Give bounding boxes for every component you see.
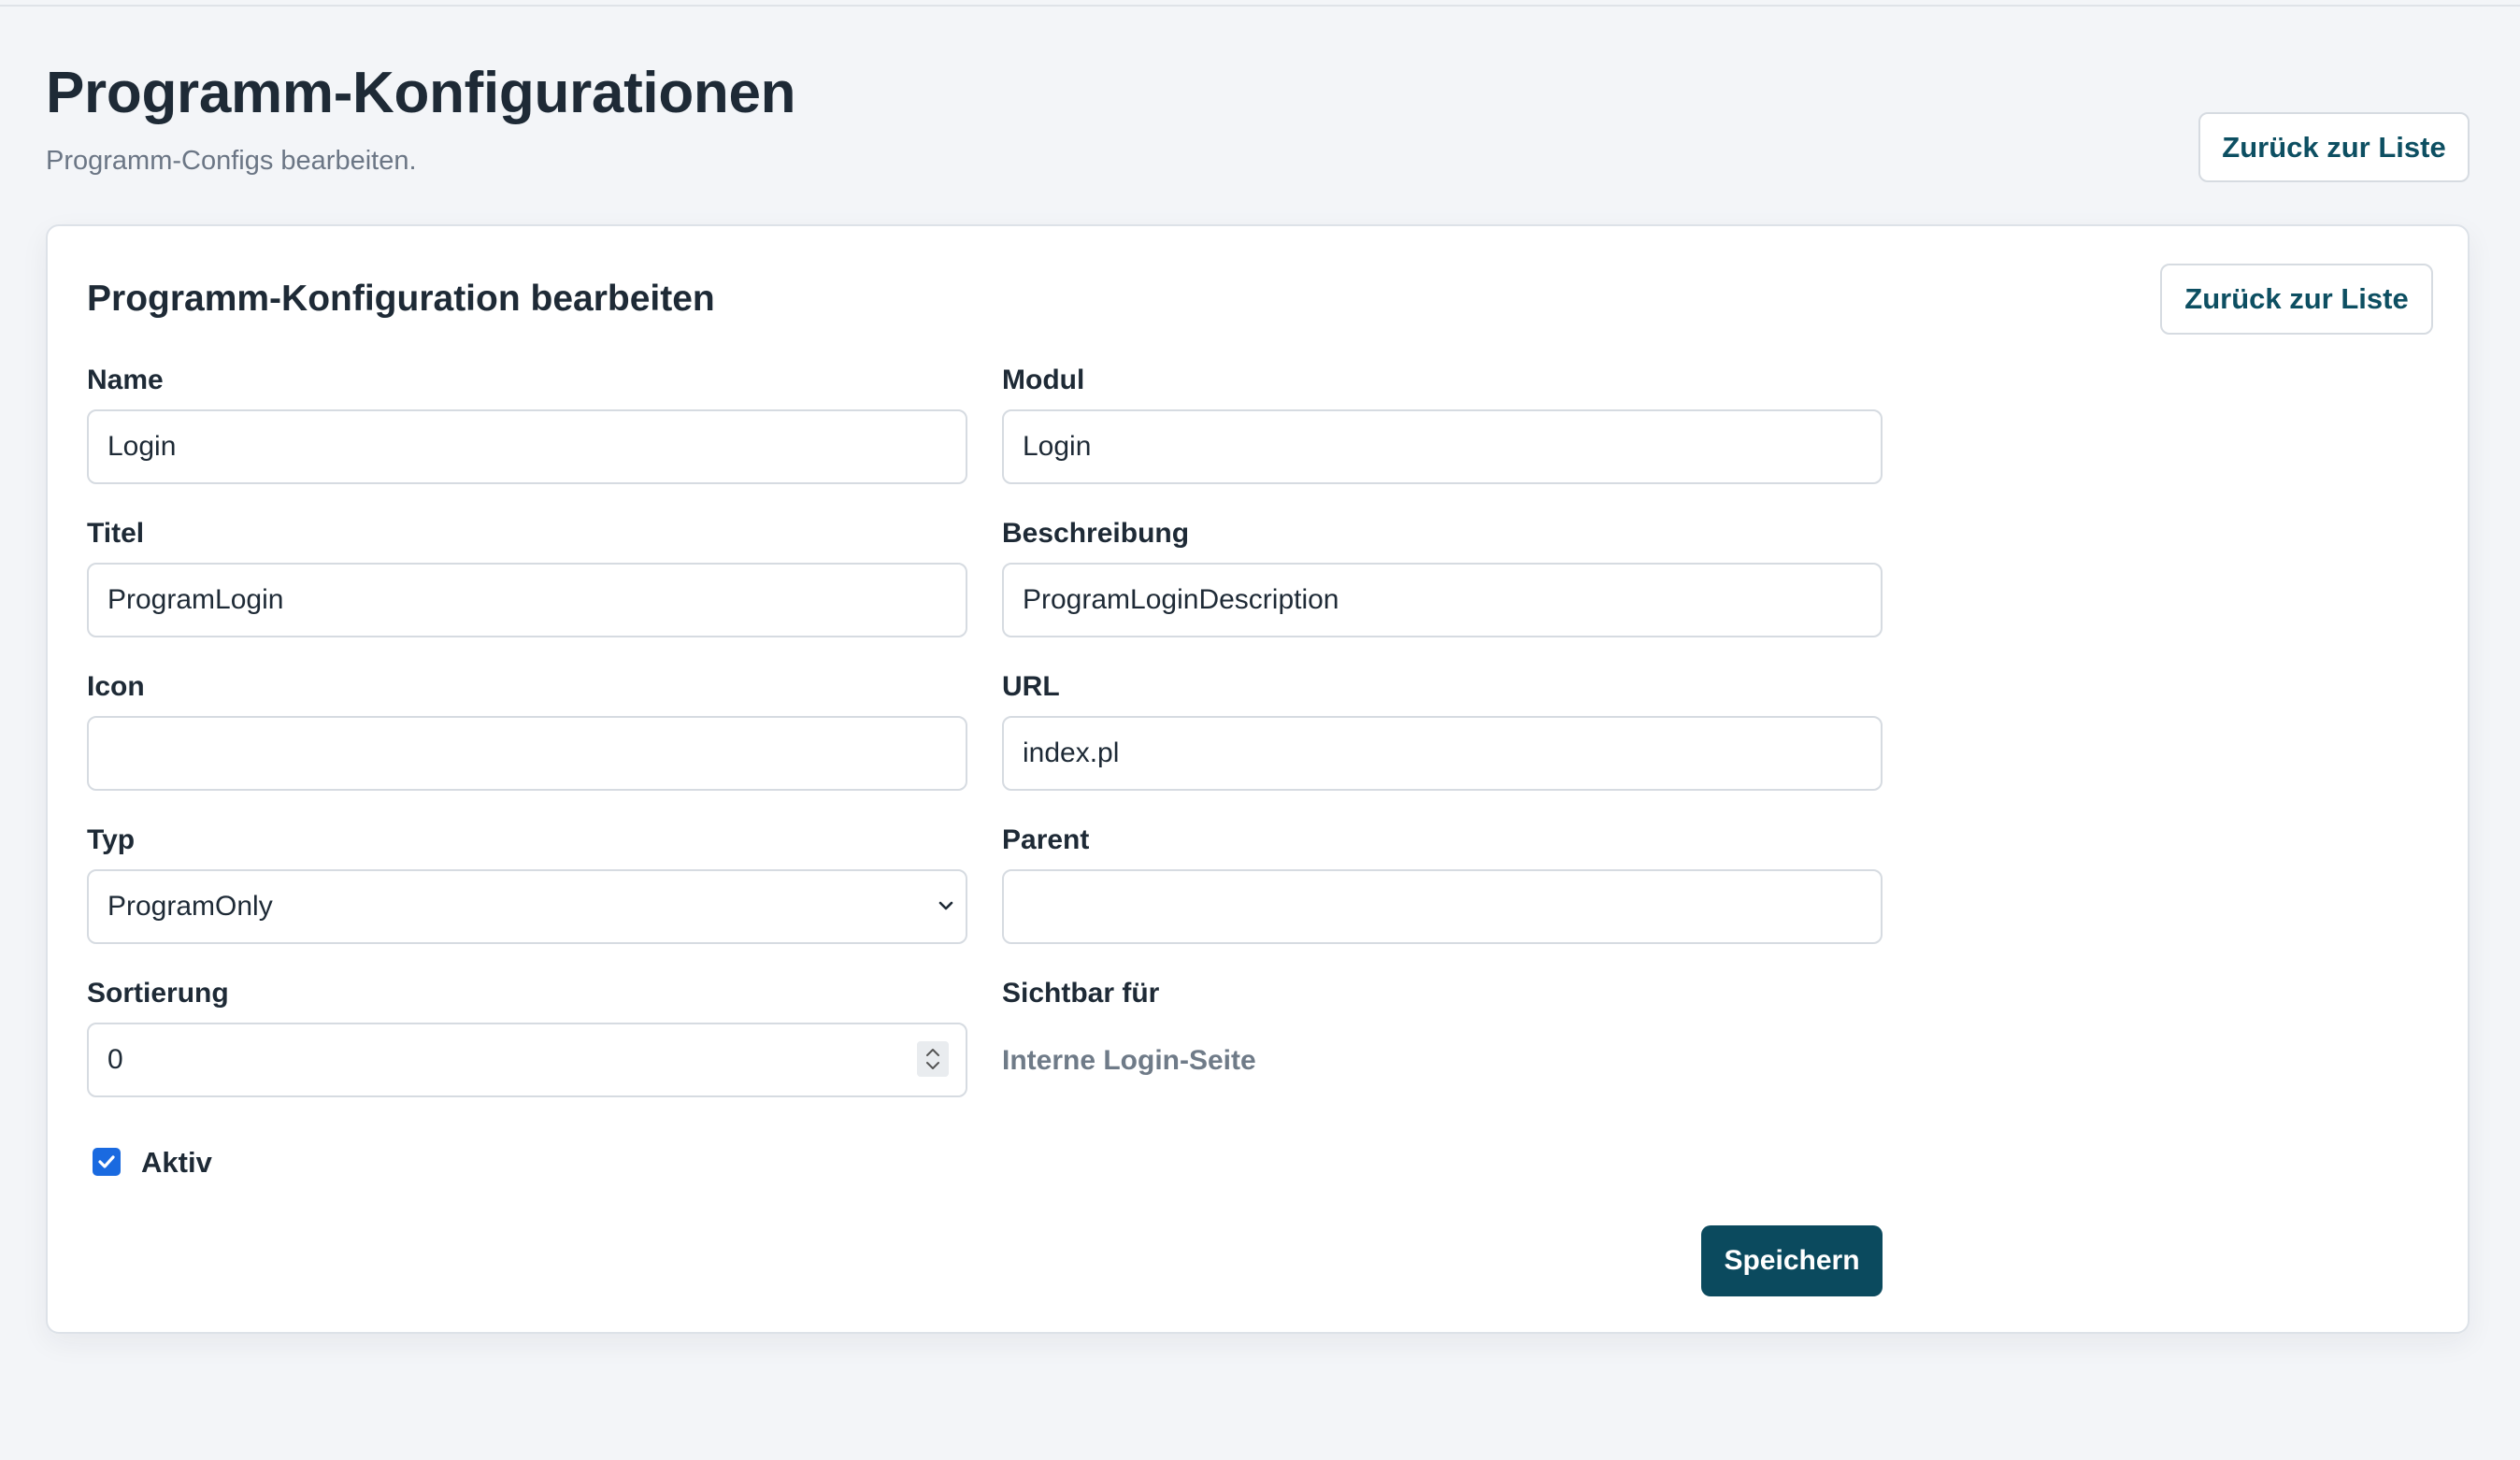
titel-input[interactable] [87, 563, 967, 637]
sortierung-label: Sortierung [87, 978, 229, 1009]
aktiv-label: Aktiv [141, 1146, 212, 1179]
typ-label: Typ [87, 824, 136, 855]
icon-label: Icon [87, 671, 145, 702]
sortierung-value: 0 [87, 1023, 967, 1097]
url-label: URL [1002, 671, 1060, 702]
typ-select-value: ProgramOnly [87, 869, 967, 944]
parent-input[interactable] [1002, 869, 1883, 944]
url-input[interactable] [1002, 716, 1883, 791]
name-input[interactable] [87, 409, 967, 484]
modul-input[interactable] [1002, 409, 1883, 484]
sichtbar-label: Sichtbar für [1002, 978, 1160, 1009]
page-title: Programm-Konfigurationen [46, 61, 796, 125]
beschreibung-label: Beschreibung [1002, 518, 1190, 549]
sortierung-input[interactable]: 0 [87, 1023, 967, 1097]
save-button[interactable]: Speichern [1701, 1225, 1883, 1296]
icon-input[interactable] [87, 716, 967, 791]
beschreibung-input[interactable] [1002, 563, 1883, 637]
spinner-icon[interactable] [917, 1041, 949, 1077]
checkmark-icon [98, 1155, 115, 1168]
page-subtitle: Programm-Configs bearbeiten. [46, 146, 417, 176]
card-title: Programm-Konfiguration bearbeiten [87, 279, 715, 319]
modul-label: Modul [1002, 365, 1085, 395]
edit-card: Programm-Konfiguration bearbeiten Zurück… [46, 224, 2470, 1334]
typ-select[interactable]: ProgramOnly [87, 869, 967, 944]
top-divider [0, 0, 2520, 7]
card-back-to-list-button[interactable]: Zurück zur Liste [2160, 264, 2433, 335]
chevron-down-icon [938, 901, 953, 910]
parent-label: Parent [1002, 824, 1090, 855]
sichtbar-value: Interne Login-Seite [1002, 1045, 1256, 1076]
back-to-list-button[interactable]: Zurück zur Liste [2198, 112, 2470, 182]
aktiv-checkbox[interactable] [93, 1148, 121, 1176]
titel-label: Titel [87, 518, 145, 549]
name-label: Name [87, 365, 164, 395]
